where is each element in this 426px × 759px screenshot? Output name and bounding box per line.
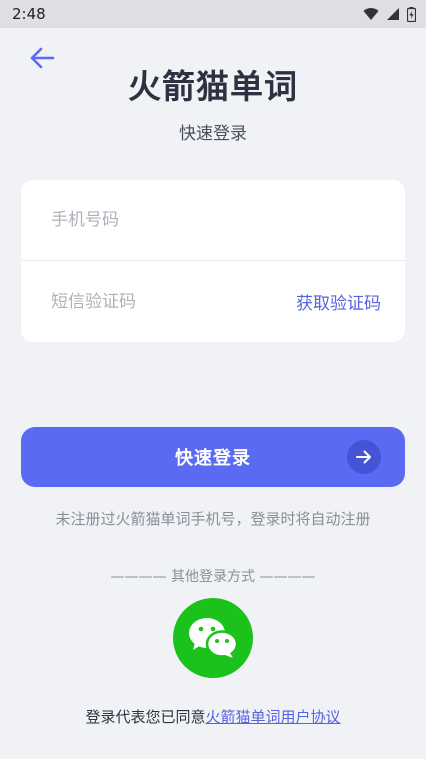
wechat-icon	[189, 618, 239, 658]
app-title: 火箭猫单词	[128, 67, 298, 106]
arrow-right-icon	[356, 450, 371, 464]
arrow-circle	[347, 440, 381, 474]
status-bar: 2:48	[0, 0, 426, 28]
phone-input[interactable]	[51, 210, 271, 230]
get-code-button[interactable]: 获取验证码	[296, 289, 381, 314]
auto-register-hint: 未注册过火箭猫单词手机号，登录时将自动注册	[55, 510, 371, 528]
phone-row	[21, 180, 405, 261]
login-form-card: 获取验证码	[21, 180, 405, 342]
wifi-icon	[363, 8, 379, 20]
quick-login-button[interactable]: 快速登录	[21, 427, 405, 487]
user-agreement-link[interactable]: 火箭猫单词用户协议	[206, 708, 341, 726]
wechat-login-button[interactable]	[173, 598, 253, 678]
sms-code-input[interactable]	[51, 291, 271, 312]
quick-login-label: 快速登录	[175, 448, 251, 469]
page-subtitle: 快速登录	[179, 124, 247, 144]
agreement-prefix: 登录代表您已同意	[85, 708, 206, 726]
battery-icon	[407, 6, 416, 22]
status-time: 2:48	[12, 5, 46, 23]
signal-icon	[387, 8, 399, 20]
other-login-label: ———— 其他登录方式 ————	[110, 569, 316, 585]
agreement-text: 登录代表您已同意火箭猫单词用户协议	[0, 706, 426, 727]
status-icons	[363, 6, 416, 22]
code-row: 获取验证码	[21, 261, 405, 342]
